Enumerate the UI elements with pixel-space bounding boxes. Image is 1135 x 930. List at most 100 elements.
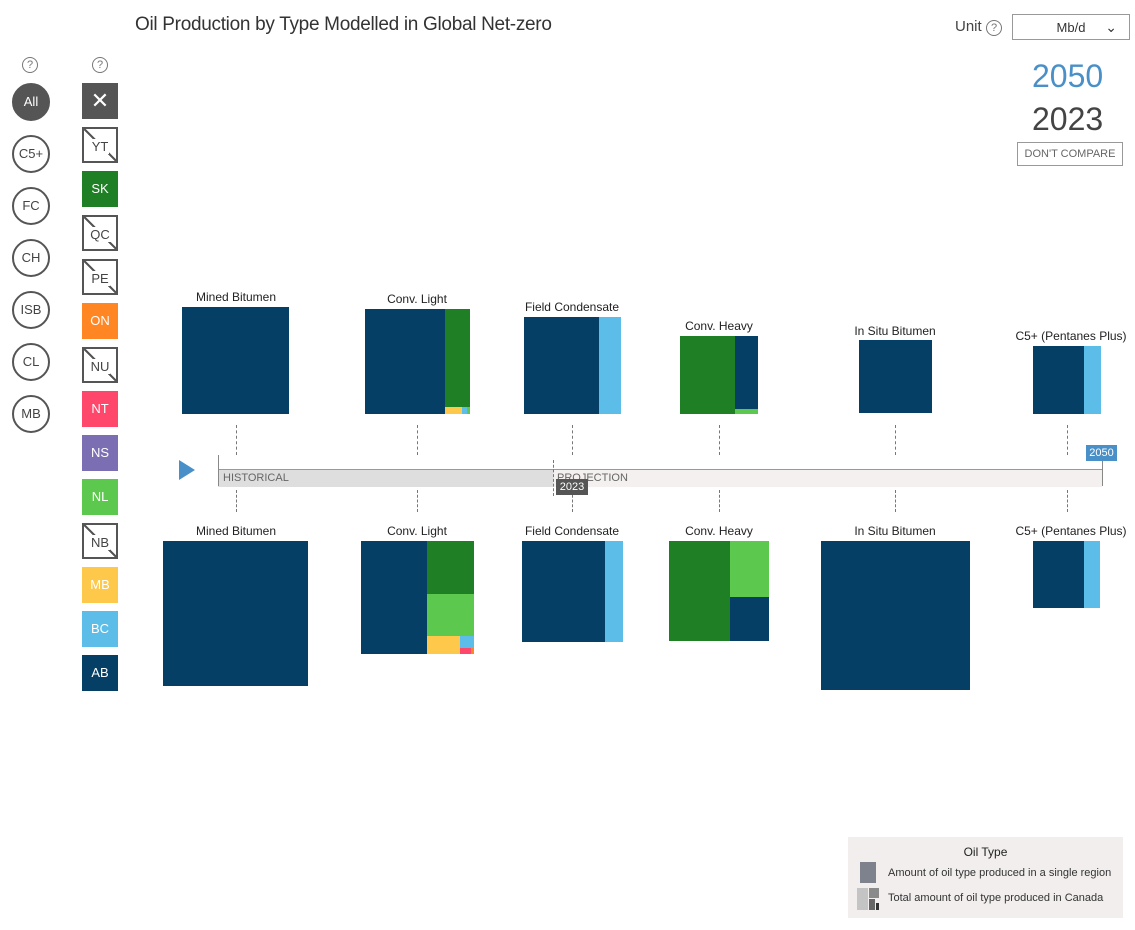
oil-type-help-icon[interactable]: ? (22, 57, 38, 73)
dont-compare-button[interactable]: DON'T COMPARE (1017, 142, 1123, 166)
connector-line (417, 490, 418, 512)
segment-nl[interactable] (467, 407, 470, 414)
connector-line (895, 490, 896, 512)
oil-type-filter-all[interactable]: All (12, 83, 50, 121)
chart-label: Conv. Heavy (685, 524, 753, 538)
segment-sk[interactable] (680, 336, 735, 414)
chart-label: Mined Bitumen (195, 524, 277, 538)
segment-bc[interactable] (460, 636, 474, 648)
chart-label: Field Condensate (524, 524, 620, 538)
segment-nl[interactable] (427, 594, 474, 636)
segment-sk[interactable] (669, 541, 730, 641)
segment-ab[interactable] (1033, 541, 1084, 608)
help-icon[interactable]: ? (986, 20, 1002, 36)
timeline-end-tick (1102, 460, 1103, 486)
chart-label: C5+ (Pentanes Plus) (1015, 329, 1127, 343)
region-filter-sk[interactable]: SK (82, 171, 118, 207)
segment-bc[interactable] (599, 317, 621, 414)
segment-sk[interactable] (427, 541, 474, 594)
compare-year-handle[interactable]: 2050 (1086, 445, 1117, 461)
region-filter-nb[interactable]: NB (82, 523, 118, 559)
segment-nt[interactable] (460, 648, 471, 654)
oil-type-filter-c5plus[interactable]: C5+ (12, 135, 50, 173)
segment-ab[interactable] (735, 336, 758, 409)
legend-title: Oil Type (963, 845, 1008, 859)
region-filter-yt[interactable]: YT (82, 127, 118, 163)
region-label: SK (91, 181, 109, 196)
connector-line (236, 425, 237, 455)
segment-bc[interactable] (1084, 541, 1100, 608)
region-label: BC (90, 621, 110, 636)
region-filter-mb[interactable]: MB (82, 567, 118, 603)
chart-label: Field Condensate (524, 300, 620, 314)
connector-line (895, 425, 896, 455)
segment-ab[interactable] (524, 317, 599, 414)
segment-ab[interactable] (522, 541, 605, 642)
segment-ab[interactable] (361, 541, 427, 654)
segment-mb[interactable] (427, 636, 460, 654)
single-region-swatch (860, 862, 876, 883)
segment-bc[interactable] (1084, 346, 1101, 414)
region-filter-nl[interactable]: NL (82, 479, 118, 515)
segment-nl[interactable] (735, 409, 758, 414)
connector-line (1067, 490, 1068, 512)
region-label: NS (90, 445, 110, 460)
connector-line (572, 425, 573, 455)
region-filter-ns[interactable]: NS (82, 435, 118, 471)
legend-total: Total amount of oil type produced in Can… (888, 892, 1104, 904)
region-filter-nt[interactable]: NT (82, 391, 118, 427)
chart-label: Conv. Light (387, 524, 447, 538)
oil-type-filter-mb[interactable]: MB (12, 395, 50, 433)
unit-label: Unit (955, 18, 982, 35)
chart-label: C5+ (Pentanes Plus) (1015, 524, 1127, 538)
oil-type-filter-cl[interactable]: CL (12, 343, 50, 381)
region-label: QC (89, 227, 111, 242)
connector-line (719, 490, 720, 512)
segment-ab[interactable] (859, 340, 932, 413)
chart-label: Mined Bitumen (195, 290, 277, 304)
current-year-handle[interactable]: 2023 (556, 479, 588, 495)
segment-on[interactable] (471, 648, 474, 654)
region-filter-bc[interactable]: BC (82, 611, 118, 647)
oil-type-filter-ch[interactable]: CH (12, 239, 50, 277)
historical-label: HISTORICAL (223, 472, 289, 484)
segment-ab[interactable] (821, 541, 970, 690)
chart-label: Conv. Light (387, 292, 447, 306)
segment-sk[interactable] (445, 309, 470, 407)
unit-value: Mb/d (1056, 20, 1086, 35)
current-year-marker (553, 460, 554, 496)
segment-ab[interactable] (182, 307, 289, 414)
segment-ab[interactable] (730, 597, 769, 641)
chart-label: Conv. Heavy (685, 319, 753, 333)
region-filter-qc[interactable]: QC (82, 215, 118, 251)
region-filter-on[interactable]: ON (82, 303, 118, 339)
segment-ab[interactable] (1033, 346, 1084, 414)
region-label: PE (90, 271, 110, 286)
legend: Oil Type Amount of oil type produced in … (848, 837, 1123, 918)
region-help-icon[interactable]: ? (92, 57, 108, 73)
base-year: 2023 (1032, 101, 1104, 137)
connector-line (236, 490, 237, 512)
region-label: NU (89, 359, 111, 374)
unit-select[interactable]: Mb/d ⌄ (1012, 14, 1130, 40)
segment-ab[interactable] (365, 309, 445, 414)
page-title: Oil Production by Type Modelled in Globa… (135, 14, 552, 35)
segment-mb[interactable] (445, 407, 462, 414)
oil-type-filter-fc[interactable]: FC (12, 187, 50, 225)
segment-nl[interactable] (730, 541, 769, 597)
region-filter-pe[interactable]: PE (82, 259, 118, 295)
play-icon[interactable] (179, 460, 195, 480)
region-label: NB (89, 535, 111, 550)
clear-regions-close-icon[interactable]: ✕ (82, 83, 118, 119)
oil-type-filter-isb[interactable]: ISB (12, 291, 50, 329)
chart-label: In Situ Bitumen (854, 324, 936, 338)
region-label: NL (91, 489, 109, 504)
region-filter-ab[interactable]: AB (82, 655, 118, 691)
region-filter-nu[interactable]: NU (82, 347, 118, 383)
connector-line (719, 425, 720, 455)
segment-bc[interactable] (605, 541, 623, 642)
segment-ab[interactable] (163, 541, 308, 686)
region-label: MB (90, 577, 110, 592)
total-canada-swatch (857, 888, 879, 910)
connector-line (417, 425, 418, 455)
